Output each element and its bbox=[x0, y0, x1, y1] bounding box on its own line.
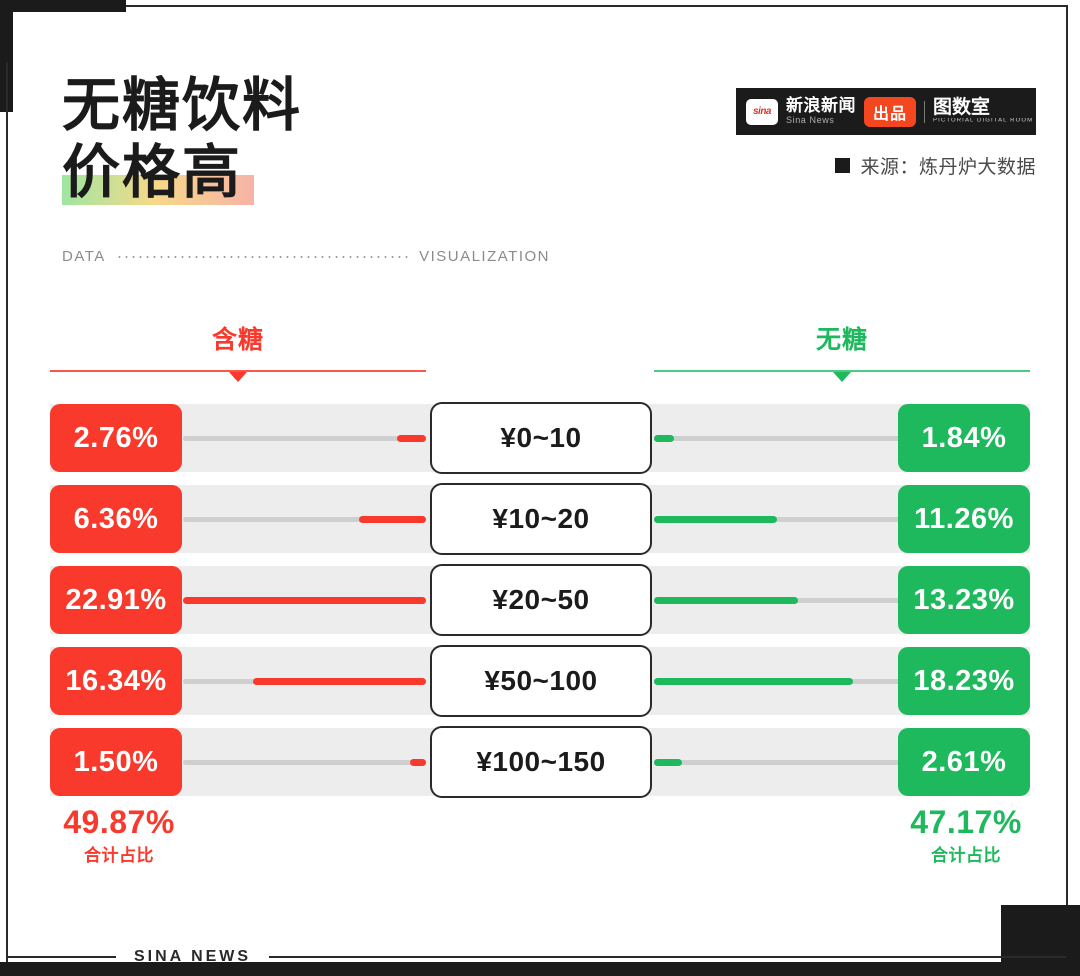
logo-divider bbox=[924, 100, 926, 123]
frame-line-left bbox=[6, 62, 8, 962]
price-range-box: ¥20~50 bbox=[430, 564, 652, 636]
total-sugar-free-label: 合计占比 bbox=[931, 845, 1001, 865]
chart-row: 22.91% ¥20~50 13.23% bbox=[50, 564, 1030, 636]
source-row: 来源：炼丹炉大数据 bbox=[736, 152, 1036, 179]
frame-line-right bbox=[1066, 5, 1068, 962]
footer-rule-left bbox=[8, 956, 116, 958]
page-title: 无糖饮料 价格高 bbox=[62, 72, 582, 207]
chart-row: 1.50% ¥100~150 2.61% bbox=[50, 726, 1030, 798]
data-visualization-divider: DATA VISUALIZATION bbox=[62, 248, 550, 265]
bar-sugar-free bbox=[654, 759, 683, 766]
percent-badge-sugar-free: 13.23% bbox=[898, 566, 1030, 634]
infographic-page: 无糖饮料 价格高 DATA VISUALIZATION sina 新浪新闻 Si… bbox=[0, 0, 1080, 976]
column-header-with-sugar: 含糖 bbox=[50, 328, 426, 382]
total-sugar-free: 47.17% 合计占比 bbox=[866, 804, 1066, 866]
divider-label-visualization: VISUALIZATION bbox=[419, 248, 550, 265]
bar-sugar-free bbox=[654, 597, 799, 604]
tushushi-brand-cn: 图数室 bbox=[933, 97, 991, 119]
bar-sugar-free bbox=[654, 435, 675, 442]
sina-news-name-cn: 新浪新闻 bbox=[786, 96, 856, 116]
chupin-badge: 出品 bbox=[864, 96, 917, 127]
price-range-box: ¥100~150 bbox=[430, 726, 652, 798]
percent-badge-sugar-free: 11.26% bbox=[898, 485, 1030, 553]
price-range-box: ¥10~20 bbox=[430, 483, 652, 555]
column-header-with-sugar-label: 含糖 bbox=[211, 326, 264, 354]
footer: SINA NEWS bbox=[8, 948, 1066, 966]
total-with-sugar-value: 49.87% bbox=[63, 804, 175, 840]
chart-row: 16.34% ¥50~100 18.23% bbox=[50, 645, 1030, 717]
title-line-1: 无糖饮料 bbox=[62, 73, 303, 138]
percent-badge-with-sugar: 22.91% bbox=[50, 566, 182, 634]
percent-badge-sugar-free: 18.23% bbox=[898, 647, 1030, 715]
price-range-box: ¥0~10 bbox=[430, 402, 652, 474]
baseline-left bbox=[183, 760, 426, 765]
price-range-box: ¥50~100 bbox=[430, 645, 652, 717]
percent-badge-sugar-free: 1.84% bbox=[898, 404, 1030, 472]
tushushi-brand: 图数室 PICTORIAL DIGITAL ROOM bbox=[933, 98, 1033, 124]
total-with-sugar-label: 合计占比 bbox=[84, 845, 154, 865]
title-line-2: 价格高 bbox=[62, 139, 254, 206]
bar-sugar-free bbox=[654, 678, 853, 685]
sina-news-name: 新浪新闻 Sina News bbox=[786, 97, 856, 125]
divider-label-data: DATA bbox=[62, 248, 106, 265]
percent-badge-with-sugar: 1.50% bbox=[50, 728, 182, 796]
bar-with-sugar bbox=[252, 678, 426, 685]
baseline-right bbox=[654, 436, 904, 441]
bar-with-sugar bbox=[410, 759, 426, 766]
column-header-sugar-free: 无糖 bbox=[654, 328, 1030, 382]
total-sugar-free-value: 47.17% bbox=[910, 804, 1022, 840]
bar-sugar-free bbox=[654, 516, 777, 523]
bar-with-sugar bbox=[396, 435, 426, 442]
sina-logo-icon: sina bbox=[746, 98, 778, 125]
sina-news-name-en: Sina News bbox=[786, 114, 835, 125]
dotted-line bbox=[115, 255, 410, 258]
triangle-down-icon bbox=[229, 372, 247, 382]
square-bullet-icon bbox=[835, 158, 851, 173]
chart-row: 2.76% ¥0~10 1.84% bbox=[50, 402, 1030, 474]
bar-with-sugar bbox=[183, 597, 426, 604]
footer-rule-right bbox=[269, 956, 1066, 958]
total-with-sugar: 49.87% 合计占比 bbox=[19, 804, 219, 866]
tushushi-brand-en: PICTORIAL DIGITAL ROOM bbox=[933, 118, 1034, 124]
frame-line-top bbox=[126, 5, 1067, 7]
chart-rows: 2.76% ¥0~10 1.84% 6.36% ¥10~20 11.26% 22.91% ¥2… bbox=[50, 402, 1030, 809]
title-line-2-text: 价格高 bbox=[62, 140, 243, 206]
corner-block-top-left-horizontal bbox=[0, 0, 126, 12]
chart-row: 6.36% ¥10~20 11.26% bbox=[50, 483, 1030, 555]
sina-logo-text: sina bbox=[752, 106, 772, 117]
bar-with-sugar bbox=[358, 516, 426, 523]
percent-badge-with-sugar: 16.34% bbox=[50, 647, 182, 715]
column-header-sugar-free-label: 无糖 bbox=[815, 326, 868, 354]
triangle-down-icon bbox=[833, 372, 851, 382]
source-text: 来源：炼丹炉大数据 bbox=[860, 157, 1036, 178]
footer-brand-text: SINA NEWS bbox=[134, 948, 252, 965]
percent-badge-sugar-free: 2.61% bbox=[898, 728, 1030, 796]
percent-badge-with-sugar: 2.76% bbox=[50, 404, 182, 472]
baseline-left bbox=[183, 436, 426, 441]
publisher-logo-bar: sina 新浪新闻 Sina News 出品 图数室 PICTORIAL DIG… bbox=[736, 88, 1036, 135]
percent-badge-with-sugar: 6.36% bbox=[50, 485, 182, 553]
baseline-right bbox=[654, 760, 904, 765]
